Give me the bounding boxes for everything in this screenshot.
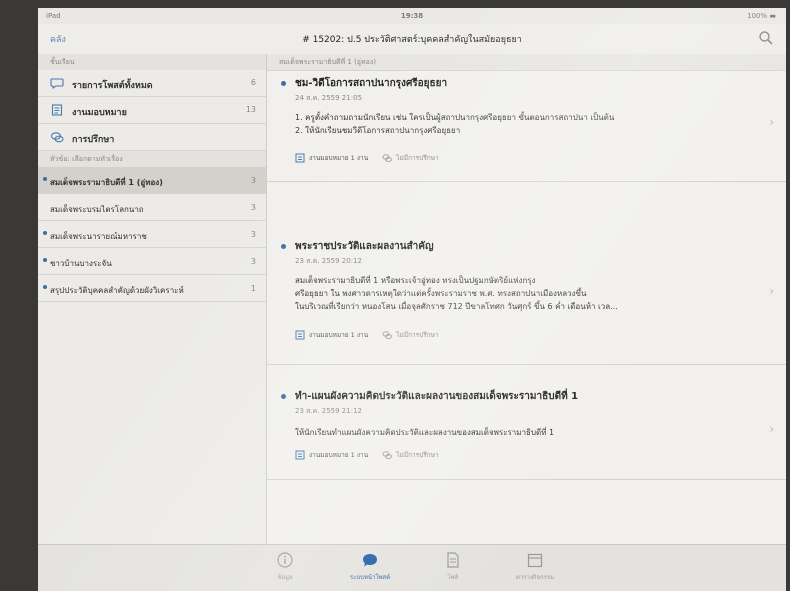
post-body-line: ศรีอยุธยา ใน พงศาวดารเหตุใดว่าแต่ครั้งพร… [295,289,587,298]
chevron-right-icon: › [769,422,774,436]
post-date: 23 ส.ค. 2559 20:12 [295,257,362,265]
sidebar-item-label: การปรึกษา [72,135,115,145]
chevron-right-icon: › [769,115,774,129]
chat-bubbles-icon [382,154,393,162]
post-item[interactable]: ชม-วิดีโอการสถาปนากรุงศรีอยุธยา 24 ส.ค. … [267,71,786,182]
tab-label: ข้อมูล [277,574,293,581]
discussion-count: ไม่มีการปรึกษา [396,331,439,339]
search-button[interactable] [758,30,774,46]
post-body-line: 1. ครูตั้งคำถามถามนักเรียน เช่น ใครเป็นผ… [295,113,615,122]
ipad-screen: iPad 19:38 100% ▬ คลัง # 15202: ป.5 ประว… [38,8,786,591]
tab-label: ไฟล์ [447,574,459,581]
chat-bubble-icon [363,554,377,567]
sidebar-item-discussions[interactable]: การปรึกษา [38,124,266,151]
topic-item-ramathibodi[interactable]: สมเด็จพระรามาธิบดีที่ 1 (อู่ทอง) 3 [38,167,266,194]
topic-label: สมเด็จพระนารายณ์มหาราช [50,232,147,241]
assignment-icon [295,153,305,163]
tab-bar: ข้อมูล ระบบหน้าโพสต์ ไฟล์ ตารางกิจกรรม [38,544,786,591]
unread-dot-icon [43,231,47,235]
unread-dot-icon [281,394,286,399]
tab-label: ตารางกิจกรรม [516,574,554,581]
topics-section-header: หัวข้อ: เลือกตามหัวเรื่อง [38,151,266,167]
post-list: สมเด็จพระรามาธิบดีที่ 1 (อู่ทอง) ชม-วิดี… [267,54,786,544]
post-date: 23 ส.ค. 2559 21:12 [295,407,362,415]
calendar-icon [527,553,543,568]
discussion-count: ไม่มีการปรึกษา [396,154,439,162]
topic-item-summary[interactable]: สรุปประวัติบุคคลสำคัญด้วยผังวิเคราะห์ 1 [38,275,266,302]
post-item[interactable]: พระราชประวัติและผลงานสำคัญ 23 ส.ค. 2559 … [267,234,786,365]
post-body-line: ให้นักเรียนทำแผนผังความคิดประวัติและผลงา… [295,428,555,437]
document-icon [447,552,459,568]
topic-item-bang-rachan[interactable]: ชาวบ้านบางระจัน 3 [38,248,266,275]
unread-dot-icon [43,177,47,181]
tab-files[interactable]: ไฟล์ [428,551,478,582]
sidebar-item-all-posts[interactable]: รายการโพสต์ทั้งหมด 6 [38,70,266,97]
topic-label: สมเด็จพระรามาธิบดีที่ 1 (อู่ทอง) [50,178,163,187]
sidebar-item-count: 13 [245,105,256,114]
post-meta: งานมอบหมาย 1 งาน ไม่มีการปรึกษา [295,153,439,163]
chat-bubbles-icon [50,132,64,143]
sidebar-item-count: 6 [250,78,256,87]
sidebar: ชั้นเรียน รายการโพสต์ทั้งหมด 6 งานมอบหมา… [38,54,267,544]
post-meta: งานมอบหมาย 1 งาน ไม่มีการปรึกษา [295,450,439,460]
sidebar-item-label: รายการโพสต์ทั้งหมด [72,81,153,91]
post-body: สมเด็จพระรามาธิบดีที่ 1 หรือพระเจ้าอู่ทอ… [295,274,750,313]
unread-dot-icon [43,258,47,262]
topic-count: 1 [250,284,256,293]
discussion-count: ไม่มีการปรึกษา [396,451,439,459]
assignment-icon [295,330,305,340]
post-title: พระราชประวัติและผลงานสำคัญ [295,241,434,252]
unread-dot-icon [43,285,47,289]
post-title: ทำ-แผนผังความคิดประวัติและผลงานของสมเด็จ… [295,391,579,402]
assignment-count: งานมอบหมาย 1 งาน [309,451,369,459]
topic-item-narai[interactable]: สมเด็จพระนารายณ์มหาราช 3 [38,221,266,248]
post-date: 24 ส.ค. 2559 21:05 [295,94,362,102]
topic-header: สมเด็จพระรามาธิบดีที่ 1 (อู่ทอง) [267,54,786,71]
chat-bubbles-icon [382,451,393,459]
chat-bubbles-icon [382,331,393,339]
post-body: ให้นักเรียนทำแผนผังความคิดประวัติและผลงา… [295,426,750,439]
post-meta: งานมอบหมาย 1 งาน ไม่มีการปรึกษา [295,330,439,340]
course-title: # 15202: ป.5 ประวัติศาสตร์:บุคคลสำคัญในส… [302,35,522,45]
chevron-right-icon: › [769,284,774,298]
speech-bubble-icon [50,78,64,90]
post-title: ชม-วิดีโอการสถาปนากรุงศรีอยุธยา [295,78,448,89]
tab-info[interactable]: ข้อมูล [260,551,310,582]
topic-count: 3 [250,176,256,185]
assignment-icon [295,450,305,460]
unread-dot-icon [281,244,286,249]
topic-item-trailokanat[interactable]: สมเด็จพระบรมไตรโลกนาถ 3 [38,194,266,221]
topic-count: 3 [250,257,256,266]
assignment-count: งานมอบหมาย 1 งาน [309,154,369,162]
tab-posts[interactable]: ระบบหน้าโพสต์ [345,551,395,582]
sidebar-item-assignments[interactable]: งานมอบหมาย 13 [38,97,266,124]
clock: 19:38 [400,12,424,20]
sidebar-item-label: งานมอบหมาย [72,108,127,118]
topic-count: 3 [250,230,256,239]
topic-label: สรุปประวัติบุคคลสำคัญด้วยผังวิเคราะห์ [50,286,184,295]
assignment-icon [51,104,63,116]
tab-label: ระบบหน้าโพสต์ [349,574,391,581]
info-icon [277,552,293,568]
post-body-line: ในบริเวณที่เรียกว่า หนองโสน เมื่อจุลศักร… [295,302,618,311]
tab-calendar[interactable]: ตารางกิจกรรม [510,551,560,582]
topic-label: ชาวบ้านบางระจัน [50,259,112,268]
post-item[interactable]: ทำ-แผนผังความคิดประวัติและผลงานของสมเด็จ… [267,384,786,480]
topic-label: สมเด็จพระบรมไตรโลกนาถ [50,205,144,214]
search-icon [759,31,773,45]
assignment-count: งานมอบหมาย 1 งาน [309,331,369,339]
unread-dot-icon [281,81,286,86]
post-body-line: สมเด็จพระรามาธิบดีที่ 1 หรือพระเจ้าอู่ทอ… [295,276,536,285]
sidebar-section-header: ชั้นเรียน [38,54,266,70]
post-body: 1. ครูตั้งคำถามถามนักเรียน เช่น ใครเป็นผ… [295,111,750,137]
post-body-line: 2. ให้นักเรียนชมวีดีโอการสถาปนากรุงศรีอย… [295,126,461,135]
topic-count: 3 [250,203,256,212]
navigation-bar: คลัง # 15202: ป.5 ประวัติศาสตร์:บุคคลสำค… [38,24,786,55]
status-bar: iPad 19:38 100% ▬ [38,8,786,24]
battery-indicator: 100% ▬ [747,12,776,20]
